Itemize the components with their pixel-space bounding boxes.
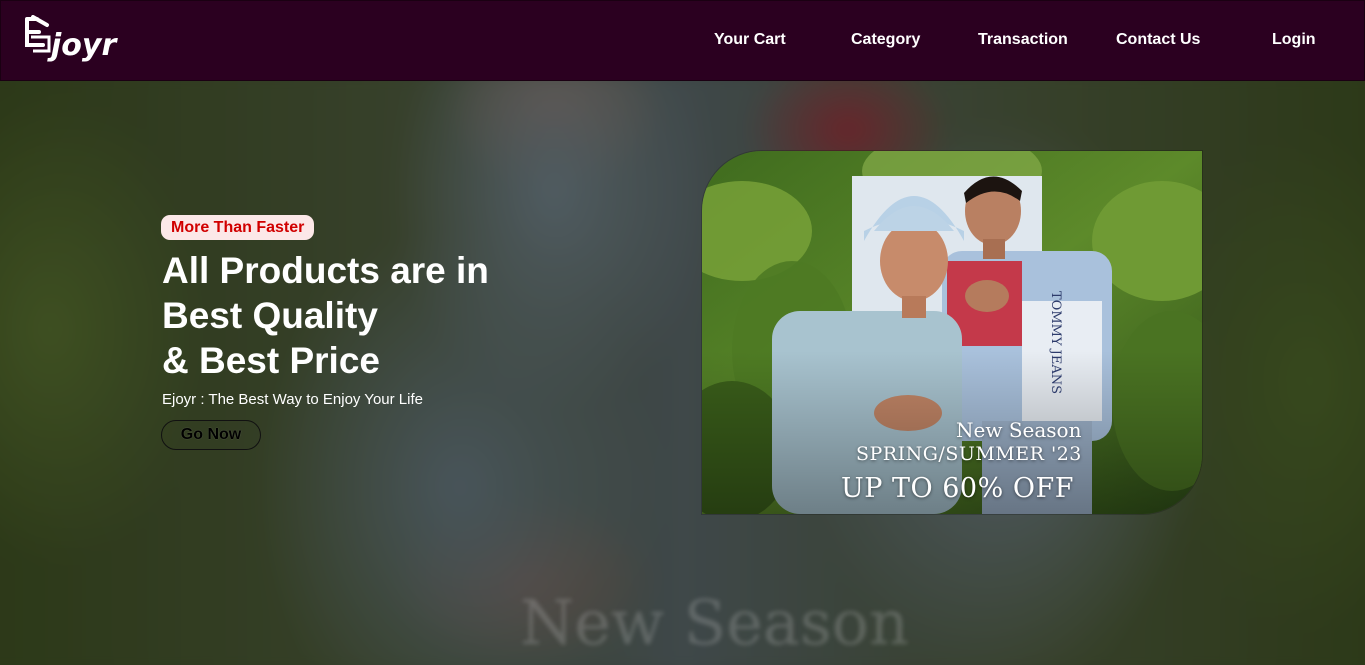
- go-now-button[interactable]: Go Now: [161, 420, 261, 450]
- svg-text:joyr: joyr: [47, 28, 118, 63]
- promo-line-3: UP TO 60% OFF: [841, 473, 1074, 504]
- promo-line-1: New Season: [956, 418, 1082, 442]
- nav-contact-us[interactable]: Contact Us: [1116, 31, 1200, 49]
- nav-your-cart[interactable]: Your Cart: [714, 31, 786, 49]
- nav-login[interactable]: Login: [1272, 31, 1316, 49]
- hero-tagline: Ejoyr : The Best Way to Enjoy Your Life: [162, 391, 423, 408]
- hero-background-watermark: New Season: [520, 586, 909, 659]
- top-navbar: joyr Your Cart Category Transaction Cont…: [0, 0, 1365, 81]
- headline-line-1: All Products are in: [162, 250, 489, 291]
- shirt-print: TOMMY JEANS: [1048, 291, 1063, 394]
- ejoyr-logo[interactable]: joyr: [23, 15, 127, 71]
- nav-transaction[interactable]: Transaction: [978, 31, 1068, 49]
- promo-line-2: SPRING/SUMMER '23: [856, 443, 1082, 465]
- logo-mark: joyr: [25, 15, 118, 63]
- headline-line-2: Best Quality: [162, 295, 378, 336]
- hero-badge: More Than Faster: [161, 215, 315, 240]
- hero-headline: All Products are in Best Quality & Best …: [162, 248, 582, 383]
- promo-banner[interactable]: TOMMY JEANS New Season SPRING/SUMMER '23…: [702, 151, 1202, 514]
- nav-category[interactable]: Category: [851, 31, 920, 49]
- headline-line-3: & Best Price: [162, 340, 380, 381]
